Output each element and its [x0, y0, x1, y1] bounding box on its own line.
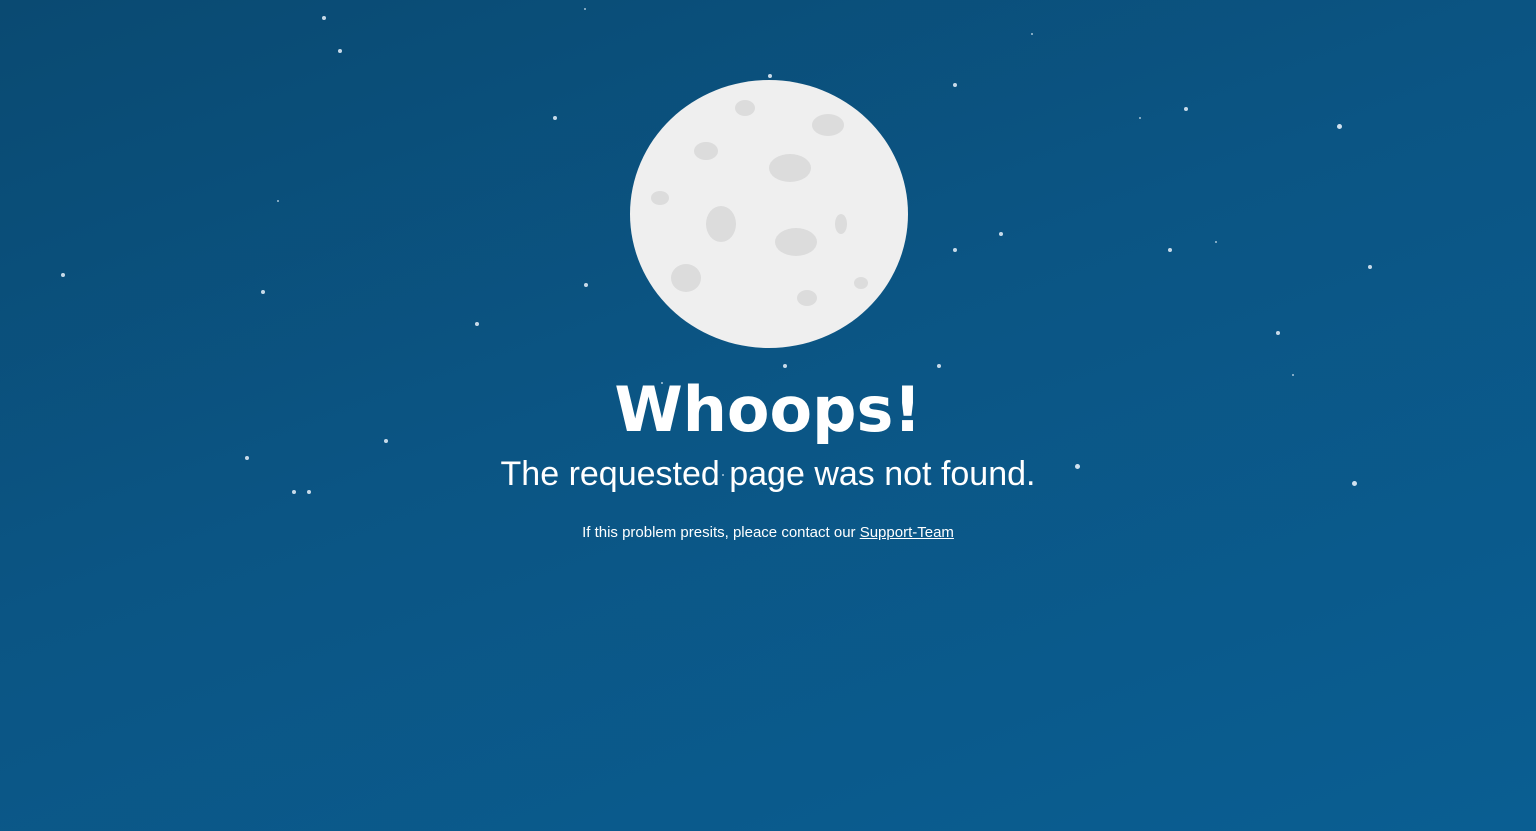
star-icon: [953, 83, 957, 87]
page-title: Whoops!: [614, 373, 922, 446]
star-icon: [999, 232, 1003, 236]
star-icon: [1184, 107, 1188, 111]
star-icon: [61, 273, 65, 277]
star-icon: [937, 364, 941, 368]
star-icon: [584, 8, 586, 10]
star-icon: [584, 283, 588, 287]
star-icon: [1168, 248, 1172, 252]
error-message: The requested page was not found.: [500, 455, 1036, 493]
support-note: If this problem presits, pleace contact …: [0, 522, 1536, 544]
star-icon: [261, 290, 265, 294]
star-icon: [338, 49, 342, 53]
star-icon: [475, 322, 479, 326]
star-icon: [783, 364, 787, 368]
star-icon: [553, 116, 557, 120]
support-team-link[interactable]: Support-Team: [860, 524, 954, 541]
star-icon: [953, 248, 957, 252]
star-icon: [768, 74, 772, 78]
star-icon: [1215, 241, 1217, 243]
star-icon: [322, 16, 326, 20]
star-icon: [1337, 124, 1342, 129]
star-icon: [1276, 331, 1280, 335]
moon-icon: [630, 80, 908, 348]
star-icon: [1368, 265, 1372, 269]
star-icon: [1031, 33, 1033, 35]
support-note-text: If this problem presits, pleace contact …: [582, 524, 856, 541]
star-icon: [277, 200, 279, 202]
star-icon: [1139, 117, 1141, 119]
